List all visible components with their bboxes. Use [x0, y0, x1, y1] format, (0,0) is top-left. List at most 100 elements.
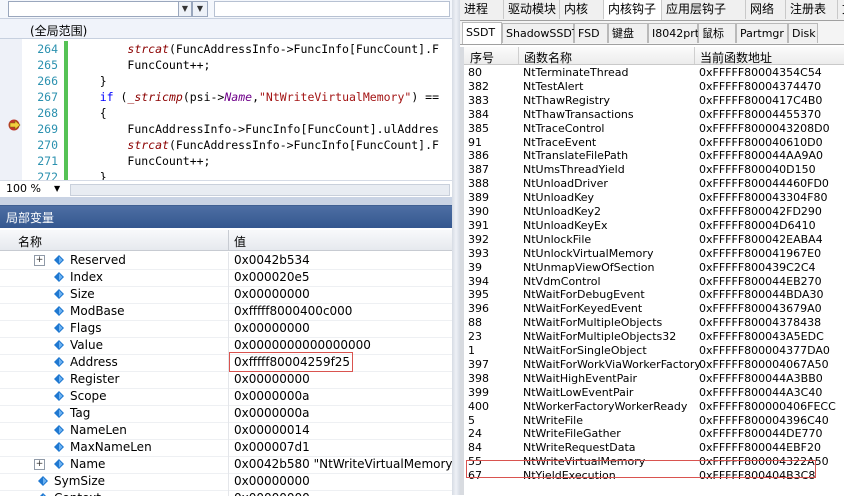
- sub-tab[interactable]: Partmgr: [736, 23, 788, 43]
- locals-row[interactable]: Register0x00000000: [0, 371, 452, 389]
- code-line[interactable]: 271 FuncCount++;: [22, 153, 452, 169]
- locals-row[interactable]: ModBase0xfffff8000400c000: [0, 303, 452, 321]
- ssdt-row[interactable]: 84NtWriteRequestData0xFFFFF800044EBF20: [464, 441, 844, 455]
- member-dropdown[interactable]: ▼: [8, 1, 192, 17]
- variable-value[interactable]: 0x00000000: [234, 321, 310, 336]
- function-dropdown[interactable]: [214, 1, 450, 17]
- main-tab[interactable]: 应用层钩子: [662, 0, 746, 19]
- ssdt-row[interactable]: 390NtUnloadKey20xFFFFF800042FD290: [464, 205, 844, 219]
- expand-toggle-icon[interactable]: +: [34, 459, 45, 470]
- variable-value[interactable]: 0x00000000: [234, 287, 310, 302]
- column-value-header[interactable]: 值: [234, 233, 246, 250]
- locals-row[interactable]: Context0x00000000: [0, 490, 452, 496]
- main-tab[interactable]: 内核钩子: [604, 0, 662, 20]
- variable-value[interactable]: 0x00000000: [234, 372, 310, 387]
- ssdt-row[interactable]: 398NtWaitHighEventPair0xFFFFF800044A3BB0: [464, 372, 844, 386]
- locals-title-bar[interactable]: 局部变量: [0, 206, 452, 228]
- ssdt-row[interactable]: 399NtWaitLowEventPair0xFFFFF800044A3C40: [464, 386, 844, 400]
- breakpoint-gutter[interactable]: [0, 39, 22, 180]
- locals-row[interactable]: Size0x00000000: [0, 286, 452, 304]
- split-dropdown-button[interactable]: ▼: [192, 1, 208, 17]
- scope-label[interactable]: (全局范围): [30, 22, 87, 39]
- ssdt-row[interactable]: 397NtWaitForWorkViaWorkerFactory0xFFFFF8…: [464, 358, 844, 372]
- sub-tab[interactable]: I8042prt: [648, 23, 698, 43]
- ssdt-row[interactable]: 1NtWaitForSingleObject0xFFFFF800004377DA…: [464, 344, 844, 358]
- variable-value[interactable]: 0x000020e5: [234, 270, 310, 285]
- variable-value[interactable]: 0x0000000a: [234, 406, 310, 421]
- ssdt-row[interactable]: 394NtVdmControl0xFFFFF800044EB270: [464, 275, 844, 289]
- ssdt-row[interactable]: 91NtTraceEvent0xFFFFF800040610D0: [464, 136, 844, 150]
- pane-divider[interactable]: [0, 197, 452, 205]
- locals-row[interactable]: NameLen0x00000014: [0, 422, 452, 440]
- code-line[interactable]: 267 if (_stricmp(psi->Name,"NtWriteVirtu…: [22, 89, 452, 105]
- window-splitter[interactable]: [452, 0, 460, 495]
- locals-row[interactable]: Value0x0000000000000000: [0, 337, 452, 355]
- code-line[interactable]: 266 }: [22, 73, 452, 89]
- sub-tab[interactable]: FSD: [574, 23, 608, 43]
- ssdt-row[interactable]: 395NtWaitForDebugEvent0xFFFFF800044BDA30: [464, 288, 844, 302]
- ssdt-row[interactable]: 39NtUnmapViewOfSection0xFFFFF800439C2C4: [464, 261, 844, 275]
- sub-tab[interactable]: 键盘: [608, 23, 648, 43]
- ssdt-row[interactable]: 393NtUnlockVirtualMemory0xFFFFF800041967…: [464, 247, 844, 261]
- variable-value[interactable]: 0x0000000a: [234, 389, 310, 404]
- ssdt-row[interactable]: 385NtTraceControl0xFFFFF8000043208D0: [464, 122, 844, 136]
- ssdt-row[interactable]: 387NtUmsThreadYield0xFFFFF800040D150: [464, 163, 844, 177]
- variable-value[interactable]: 0x00000000: [234, 474, 310, 489]
- ssdt-row[interactable]: 383NtThawRegistry0xFFFFF8000417C4B0: [464, 94, 844, 108]
- locals-row[interactable]: Flags0x00000000: [0, 320, 452, 338]
- main-tab[interactable]: 进程: [460, 0, 504, 19]
- main-tab[interactable]: 驱动模块: [504, 0, 560, 19]
- code-editor[interactable]: ▼ ▼ (全局范围) 264 strcat(FuncAddressInfo->F…: [0, 0, 452, 205]
- locals-row[interactable]: Tag0x0000000a: [0, 405, 452, 423]
- ssdt-row[interactable]: 386NtTranslateFilePath0xFFFFF800044AA9A0: [464, 149, 844, 163]
- ssdt-row[interactable]: 400NtWorkerFactoryWorkerReady0xFFFFF8000…: [464, 400, 844, 414]
- main-tab[interactable]: 网络: [746, 0, 786, 19]
- main-tab[interactable]: 内核: [560, 0, 604, 19]
- variable-value[interactable]: 0x0000000000000000: [234, 338, 371, 353]
- ssdt-row[interactable]: 24NtWriteFileGather0xFFFFF800044DE770: [464, 427, 844, 441]
- ssdt-row[interactable]: 80NtTerminateThread0xFFFFF80004354C54: [464, 66, 844, 80]
- sub-tab[interactable]: 鼠标: [698, 23, 736, 43]
- ssdt-row[interactable]: 23NtWaitForMultipleObjects320xFFFFF80004…: [464, 330, 844, 344]
- locals-row[interactable]: Address0xfffff80004259f25: [0, 354, 452, 372]
- code-line[interactable]: 268 {: [22, 105, 452, 121]
- variable-value[interactable]: 0x0042b534: [234, 253, 310, 268]
- chevron-down-icon[interactable]: ▼: [178, 2, 191, 16]
- code-line[interactable]: 264 strcat(FuncAddressInfo->FuncInfo[Fun…: [22, 41, 452, 57]
- sub-tab[interactable]: Disk: [788, 23, 818, 43]
- ssdt-row[interactable]: 392NtUnlockFile0xFFFFF800042EABA4: [464, 233, 844, 247]
- code-line[interactable]: 270 strcat(FuncAddressInfo->FuncInfo[Fun…: [22, 137, 452, 153]
- ssdt-row[interactable]: 384NtThawTransactions0xFFFFF80004455370: [464, 108, 844, 122]
- column-name-header[interactable]: 名称: [18, 233, 42, 250]
- column-resizer[interactable]: [518, 47, 519, 64]
- variable-value[interactable]: 0x00000014: [234, 423, 310, 438]
- ssdt-row[interactable]: 389NtUnloadKey0xFFFFF800043304F80: [464, 191, 844, 205]
- horizontal-scrollbar[interactable]: [70, 184, 450, 196]
- locals-row[interactable]: Index0x000020e5: [0, 269, 452, 287]
- ssdt-row[interactable]: 88NtWaitForMultipleObjects0xFFFFF8000437…: [464, 316, 844, 330]
- column-resizer[interactable]: [694, 47, 695, 64]
- ssdt-row[interactable]: 391NtUnloadKeyEx0xFFFFF80004D6410: [464, 219, 844, 233]
- column-resizer[interactable]: [228, 230, 229, 250]
- variable-value[interactable]: 0xfffff8000400c000: [234, 304, 352, 319]
- code-line[interactable]: 265 FuncCount++;: [22, 57, 452, 73]
- variable-value[interactable]: 0x000007d1: [234, 440, 310, 455]
- expand-toggle-icon[interactable]: +: [34, 255, 45, 266]
- main-tab[interactable]: 注册表: [786, 0, 838, 19]
- locals-row[interactable]: MaxNameLen0x000007d1: [0, 439, 452, 457]
- column-index-header[interactable]: 序号: [470, 49, 494, 66]
- code-text-area[interactable]: 264 strcat(FuncAddressInfo->FuncInfo[Fun…: [22, 39, 452, 180]
- ssdt-row[interactable]: 396NtWaitForKeyedEvent0xFFFFF800043679A0: [464, 302, 844, 316]
- code-line[interactable]: 269 FuncAddressInfo->FuncInfo[FuncCount]…: [22, 121, 452, 137]
- main-tab[interactable]: 文件: [838, 0, 844, 19]
- sub-tab[interactable]: SSDT: [462, 22, 502, 44]
- locals-row[interactable]: Scope0x0000000a: [0, 388, 452, 406]
- variable-value[interactable]: 0x00000000: [234, 491, 310, 496]
- locals-row[interactable]: +Name0x0042b580 "NtWriteVirtualMemory": [0, 456, 452, 474]
- column-address-header[interactable]: 当前函数地址: [700, 49, 772, 66]
- locals-row[interactable]: SymSize0x00000000: [0, 473, 452, 491]
- ssdt-row[interactable]: 5NtWriteFile0xFFFFF800004396C40: [464, 414, 844, 428]
- zoom-level-dropdown[interactable]: 100 % ▼: [6, 182, 64, 196]
- column-function-header[interactable]: 函数名称: [524, 49, 572, 66]
- ssdt-row[interactable]: 388NtUnloadDriver0xFFFFF800044460FD0: [464, 177, 844, 191]
